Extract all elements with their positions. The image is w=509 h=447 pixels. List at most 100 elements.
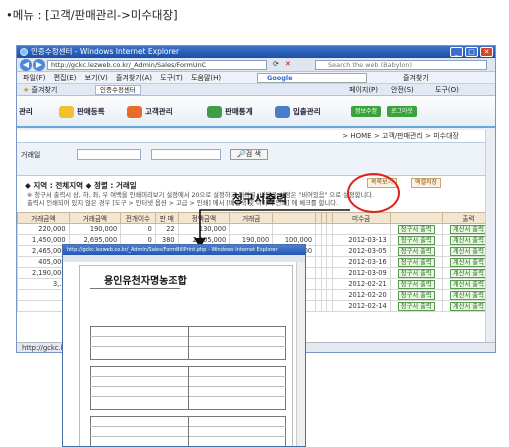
window-titlebar: 인증수정센터 - Windows Internet Explorer _ □ ✕ [17,46,495,58]
print-bill-button[interactable]: 청구서 출력 [397,235,435,245]
annotation-arrow [194,209,350,248]
edit-info-button[interactable]: 정보수정 [351,106,382,117]
print-bill-button[interactable]: 청구서 출력 [397,224,435,234]
menu-favorites[interactable]: 즐겨찾기(A) [116,74,152,82]
toolbar-tools[interactable]: 도구(O) [435,84,459,96]
app-menu-admin[interactable]: 관리 [17,105,33,119]
search-panel: 거래일 🔎검 색 [17,142,495,176]
popup-addressbar [63,255,305,262]
print-bill-button[interactable]: 청구서 출력 [397,268,435,278]
maximize-button[interactable]: □ [465,47,478,57]
print-bill-button[interactable]: 청구서 출력 [397,301,435,311]
breadcrumb: > HOME > 고객/판매관리 > 미수대장 [342,132,459,140]
menu-edit[interactable]: 편집(E) [54,74,77,82]
column-header: 거래금액 [17,212,70,224]
table-cell: 청구서 출력 [389,278,443,290]
forward-icon[interactable]: ▶ [33,59,45,71]
menu-bar: 파일(F) 편집(E) 보기(V) 즐겨찾기(A) 도구(T) 도움말(H) G… [17,72,495,84]
window-title: 인증수정센터 - Windows Internet Explorer [31,47,180,56]
print-tax-invoice-button[interactable]: 계산서 출력 [449,257,487,267]
menu-help[interactable]: 도움말(H) [191,74,221,82]
minimize-button[interactable]: _ [450,47,463,57]
back-icon[interactable]: ◀ [20,59,32,71]
table-cell: 청구서 출력 [389,267,443,279]
table-cell: 0 [120,223,156,235]
table-cell: 2012-02-21 [331,278,391,290]
app-header: 관리 판매등록 고객관리 판매통계 입출관리 정보수정 로그아웃 [17,96,495,128]
vertical-scrollbar[interactable] [485,130,495,342]
table-cell: 2012-03-16 [331,256,391,268]
divider [90,288,180,289]
search-button[interactable]: 🔎검 색 [230,149,268,160]
table-cell: 220,000 [17,223,70,235]
table-cell: 청구서 출력 [389,300,443,312]
table-cell: 2012-02-14 [331,300,391,312]
menu-view[interactable]: 보기(V) [85,74,108,82]
url-input[interactable]: http://gckc.lezweb.co.kr/_Admin/Sales/Fo… [47,60,267,70]
refresh-icon[interactable]: ⟳ [273,60,279,68]
excel-save-button[interactable]: 엑셀저장 [411,178,442,188]
invoice-document: 용인유천자명농조합 [79,265,293,446]
menu-tools[interactable]: 도구(T) [160,74,183,82]
app-menu-sales-register[interactable]: 판매등록 [59,105,105,119]
print-bill-button[interactable]: 청구서 출력 [397,279,435,289]
ie-icon [20,48,28,56]
divider [188,366,189,410]
date-label: 거래일 [21,151,41,159]
date-from-input[interactable] [77,149,141,160]
date-to-input[interactable] [151,149,221,160]
address-bar: ◀ ▶ http://gckc.lezweb.co.kr/_Admin/Sale… [17,58,495,72]
table-cell: 청구서 출력 [389,289,443,301]
search-icon: 🔎 [237,150,246,158]
table-cell: 2012-02-20 [331,289,391,301]
logout-button[interactable]: 로그아웃 [387,106,418,117]
toolbar-favorites[interactable]: 즐겨찾기 [403,72,429,84]
browser-tab[interactable]: 인증수정센터 [95,85,141,95]
inout-icon [275,106,290,118]
bill-preview-popup: http://gckc.lezweb.co.kr/_Admin/Sales/Fo… [62,244,306,447]
favorites-bar: ★ 즐겨찾기 인증수정센터 페이지(P) 안전(S) 도구(O) [17,84,495,96]
toolbar-page[interactable]: 페이지(P) [349,84,378,96]
print-tax-invoice-button[interactable]: 계산서 출력 [449,279,487,289]
app-menu-inout[interactable]: 입출관리 [275,105,321,119]
stats-icon [207,106,222,118]
close-button[interactable]: ✕ [480,47,493,57]
google-search-input[interactable]: Google [257,73,367,83]
table-cell: 2012-03-09 [331,267,391,279]
sales-icon [59,106,74,118]
favorites-label[interactable]: 즐겨찾기 [32,86,58,94]
print-bill-button[interactable]: 청구서 출력 [397,290,435,300]
web-search-input[interactable]: Search the web (Babylon) [315,60,487,70]
print-bill-button[interactable]: 청구서 출력 [397,257,435,267]
company-name: 용인유천자명농조합 [104,276,187,287]
print-tax-invoice-button[interactable]: 계산서 출력 [449,301,487,311]
doc-heading: •메뉴 : [고객/판매관리->미수대장] [6,8,178,22]
table-cell: 22 [154,223,179,235]
print-tax-invoice-button[interactable]: 계산서 출력 [449,246,487,256]
star-icon[interactable]: ★ [23,86,29,94]
toolbar-safety[interactable]: 안전(S) [391,84,414,96]
menu-file[interactable]: 파일(F) [23,74,45,82]
popup-title: http://gckc.lezweb.co.kr/_Admin/Sales/Fo… [63,245,305,255]
table-cell: 190,000 [68,223,122,235]
divider [188,416,189,446]
customers-icon [127,106,142,118]
table-cell: 청구서 출력 [389,245,443,257]
stop-icon[interactable]: ✕ [285,60,291,68]
print-tax-invoice-button[interactable]: 계산서 출력 [449,235,487,245]
print-tax-invoice-button[interactable]: 계산서 출력 [449,290,487,300]
app-menu-sales-stats[interactable]: 판매통계 [207,105,253,119]
annotation-label: 청구서출력 [232,192,288,206]
filter-summary: ◆ 지역 : 전체지역 ◆ 정렬 : 거래일 [25,181,137,190]
column-header: 거래금액 [68,212,122,224]
print-tax-invoice-button[interactable]: 계산서 출력 [449,224,487,234]
divider [188,326,189,360]
table-cell: 청구서 출력 [389,256,443,268]
table-cell: 청구서 출력 [389,223,443,235]
app-menu-customers[interactable]: 고객관리 [127,105,173,119]
column-header: 전개이수 [120,212,156,224]
print-tax-invoice-button[interactable]: 계산서 출력 [449,268,487,278]
popup-scrollbar[interactable] [296,262,305,446]
table-cell: 청구서 출력 [389,234,443,246]
print-bill-button[interactable]: 청구서 출력 [397,246,435,256]
